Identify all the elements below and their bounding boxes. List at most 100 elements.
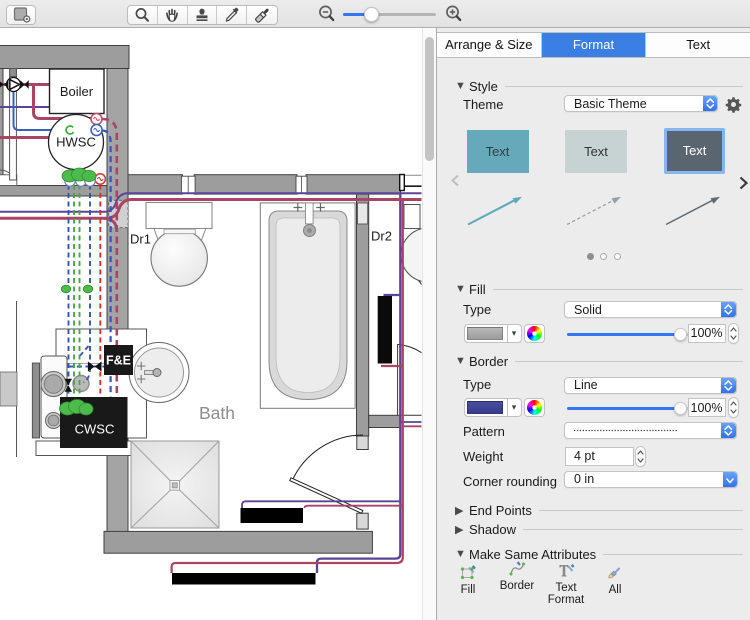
- fe-label: F&E: [106, 354, 131, 368]
- shadow-title: Shadow: [469, 522, 523, 537]
- swatch-text: Text: [486, 144, 510, 159]
- swatch-pager-left[interactable]: [450, 174, 460, 191]
- disclosure-triangle-right-icon: ▶: [455, 523, 469, 536]
- shadow-section-header[interactable]: ▶ Shadow: [455, 522, 743, 536]
- zoom-in-icon: [443, 3, 465, 25]
- corner-rounding-dropdown[interactable]: 0 in: [564, 471, 738, 488]
- brush-tool-button[interactable]: [247, 6, 277, 24]
- fill-opacity-slider[interactable]: [567, 328, 689, 341]
- style-section-title: Style: [469, 79, 505, 94]
- weight-label: Weight: [463, 449, 503, 464]
- fill-color-wheel-button[interactable]: [524, 324, 545, 343]
- end-points-section-header[interactable]: ▶ End Points: [455, 503, 743, 517]
- make-same-text-format-button[interactable]: TextFormat: [543, 562, 589, 606]
- make-same-fill-icon: [445, 564, 491, 581]
- disclosure-triangle-right-icon: ▶: [455, 504, 469, 517]
- panel-toggle-button[interactable]: [6, 5, 36, 25]
- make-same-all-button[interactable]: All: [592, 564, 638, 596]
- fill-type-dropdown[interactable]: Solid: [564, 301, 737, 318]
- weight-stepper[interactable]: [635, 446, 646, 467]
- tab-format[interactable]: Format: [542, 33, 647, 57]
- brush-icon: [253, 6, 272, 24]
- section-rule: [493, 289, 743, 290]
- radiator-bottom[interactable]: [172, 573, 316, 585]
- make-same-all-label: All: [592, 584, 638, 596]
- theme-swatch-2[interactable]: Text: [565, 130, 627, 173]
- border-section-header[interactable]: ▼ Border: [455, 354, 743, 368]
- pattern-label: Pattern: [463, 424, 505, 439]
- toilet-bowl[interactable]: [151, 230, 207, 286]
- theme-swatch-1[interactable]: Text: [467, 130, 529, 173]
- pager-dot[interactable]: [600, 253, 607, 260]
- door-leaf[interactable]: [290, 478, 363, 514]
- weight-field[interactable]: 4 pt: [565, 447, 634, 466]
- theme-label: Theme: [463, 97, 503, 112]
- border-opacity-knob[interactable]: [674, 402, 687, 415]
- fill-section-header[interactable]: ▼ Fill: [455, 282, 743, 296]
- corner-rounding-label: Corner rounding: [463, 474, 557, 489]
- border-type-dropdown[interactable]: Line: [564, 377, 737, 394]
- border-opacity-stepper[interactable]: [728, 397, 739, 418]
- radiator-door[interactable]: [241, 508, 304, 523]
- theme-dropdown[interactable]: Basic Theme: [564, 95, 718, 112]
- border-color-well[interactable]: ▾: [464, 398, 522, 417]
- tab-text[interactable]: Text: [646, 33, 750, 57]
- pager-dot[interactable]: [614, 253, 621, 260]
- fill-opacity-value[interactable]: 100%: [688, 324, 726, 343]
- make-same-fill-button[interactable]: Fill: [445, 564, 491, 596]
- fill-opacity-stepper[interactable]: [728, 323, 739, 344]
- canvas-scrollbar-thumb[interactable]: [425, 37, 434, 161]
- border-opacity-slider[interactable]: [567, 402, 689, 415]
- drawing-canvas[interactable]: Boiler HWSC Dr1 Dr2 Bath F&E CWSC: [0, 28, 436, 620]
- pager-dot-active[interactable]: [587, 253, 594, 260]
- make-same-attributes-header[interactable]: ▼ Make Same Attributes: [455, 547, 743, 561]
- fill-color-chip: [467, 327, 503, 340]
- make-same-fill-label: Fill: [445, 584, 491, 596]
- fill-color-well[interactable]: ▾: [464, 324, 522, 343]
- swatch-pager-right[interactable]: [738, 176, 749, 194]
- eyedropper-icon: [223, 6, 241, 24]
- chevron-down-icon: ▾: [508, 402, 521, 413]
- zoom-slider[interactable]: [343, 0, 436, 28]
- valve-cluster[interactable]: [62, 168, 96, 186]
- border-opacity-value[interactable]: 100%: [688, 398, 726, 417]
- popup-stepper-icon: [721, 302, 736, 317]
- boiler-label: Boiler: [60, 84, 94, 99]
- floor-plan: Boiler HWSC Dr1 Dr2 Bath F&E CWSC: [0, 28, 436, 620]
- tab-arrange-size[interactable]: Arrange & Size: [437, 33, 542, 57]
- zoom-slider-knob[interactable]: [364, 7, 379, 22]
- stamp-tool-button[interactable]: [188, 6, 218, 24]
- disclosure-triangle-icon: ▼: [455, 355, 469, 367]
- panel-toggle-icon: [11, 6, 31, 24]
- section-rule: [603, 554, 743, 555]
- disclosure-triangle-icon: ▼: [455, 80, 469, 92]
- radiator-wall[interactable]: [378, 296, 392, 364]
- make-same-border-label: Border: [494, 580, 540, 592]
- line-style-previews[interactable]: [465, 193, 725, 228]
- zoom-out-button[interactable]: [316, 0, 338, 28]
- tool-group: [127, 5, 278, 25]
- border-color-wheel-button[interactable]: [524, 398, 545, 417]
- swatch-text: Text: [683, 143, 707, 158]
- fill-opacity-knob[interactable]: [674, 328, 687, 341]
- eyedropper-tool-button[interactable]: [217, 6, 247, 24]
- style-section-header[interactable]: ▼ Style: [455, 79, 743, 93]
- theme-settings-button[interactable]: [725, 96, 742, 116]
- swatch-text: Text: [584, 144, 608, 159]
- make-same-text-format-label: TextFormat: [543, 582, 589, 606]
- hand-icon: [163, 6, 181, 24]
- disclosure-triangle-icon: ▼: [455, 283, 469, 295]
- wall-opening[interactable]: [109, 200, 128, 227]
- pan-tool-button[interactable]: [158, 6, 188, 24]
- zoom-in-button[interactable]: [443, 0, 465, 28]
- make-same-border-button[interactable]: Border: [494, 560, 540, 592]
- fill-type-value: Solid: [565, 303, 721, 317]
- border-color-chip: [467, 401, 503, 414]
- zoom-tool-button[interactable]: [128, 6, 158, 24]
- bath-label: Bath: [199, 403, 235, 423]
- theme-swatch-3-selected[interactable]: Text: [664, 128, 725, 174]
- stamp-icon: [193, 6, 211, 24]
- dr2-label: Dr2: [371, 229, 392, 244]
- toilet-tank[interactable]: [146, 203, 212, 229]
- pattern-dropdown[interactable]: [564, 422, 737, 439]
